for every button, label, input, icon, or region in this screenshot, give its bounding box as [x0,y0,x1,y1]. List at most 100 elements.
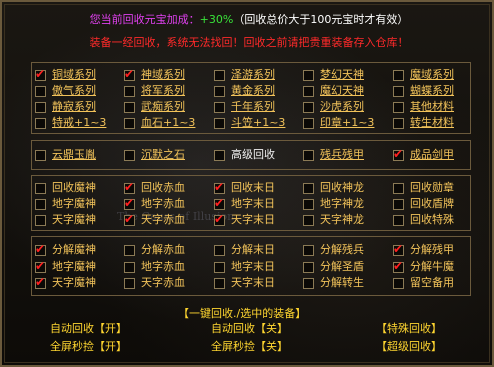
checkbox-checked-icon[interactable] [214,211,225,227]
checkbox-empty-icon[interactable] [214,101,225,113]
checkbox-empty-icon[interactable] [303,149,314,161]
decompose-option-8[interactable]: 地字末日 [214,259,275,275]
special-recycle-button[interactable]: 【特殊回收】 [376,322,442,336]
decompose-option-12[interactable]: 天字赤血 [124,275,185,291]
checkbox-empty-icon[interactable] [303,277,314,289]
decompose-option-9[interactable]: 分解圣盾 [303,259,364,275]
series-option-18[interactable]: 斗笠+1~3 [214,115,285,131]
checkbox-empty-icon[interactable] [303,182,314,194]
recycle-option-5[interactable]: 回收勋章 [393,180,454,196]
auto-recycle-on-button[interactable]: 自动回收【开】 [50,322,127,336]
series-option-7[interactable]: 将军系列 [124,83,185,99]
recycle-selected-button[interactable]: 【一键回收./选中的装备】 [178,307,306,321]
recycle-option-13[interactable]: 天字末日 [214,211,275,228]
fullscreen-pick-on-button[interactable]: 全屏秒捡【开】 [50,340,127,354]
series-option-16[interactable]: 特戒+1~3 [35,115,106,131]
series-option-6[interactable]: 傲气系列 [35,83,96,99]
series-option-11[interactable]: 静寂系列 [35,99,96,115]
decompose-option-7[interactable]: 地字赤血 [124,259,185,275]
checkbox-empty-icon[interactable] [393,198,404,210]
checkbox-empty-icon[interactable] [393,277,404,289]
checkbox-empty-icon[interactable] [35,198,46,210]
series-option-20[interactable]: 转生材料 [393,115,454,131]
checkbox-empty-icon[interactable] [214,277,225,289]
series-option-10[interactable]: 蝴蝶系列 [393,83,454,99]
recycle-option-6[interactable]: 地字魔神 [35,196,96,212]
decompose-option-3[interactable]: 分解末日 [214,242,275,258]
checkbox-empty-icon[interactable] [35,85,46,97]
special-option-1[interactable]: 云鼎玉胤 [35,147,96,163]
checkbox-checked-icon[interactable] [393,241,404,257]
checkbox-empty-icon[interactable] [303,69,314,81]
checkbox-checked-icon[interactable] [35,66,46,82]
checkbox-checked-icon[interactable] [393,146,404,162]
series-option-3[interactable]: 泽游系列 [214,67,275,83]
special-option-5[interactable]: 成品剑甲 [393,146,454,163]
checkbox-empty-icon[interactable] [393,117,404,129]
checkbox-empty-icon[interactable] [35,117,46,129]
series-option-12[interactable]: 武痴系列 [124,99,185,115]
recycle-option-1[interactable]: 回收魔神 [35,180,96,196]
auto-recycle-off-button[interactable]: 自动回收【关】 [211,322,288,336]
checkbox-empty-icon[interactable] [214,85,225,97]
checkbox-empty-icon[interactable] [124,277,135,289]
checkbox-empty-icon[interactable] [303,214,314,226]
decompose-option-14[interactable]: 分解转生 [303,275,364,291]
checkbox-empty-icon[interactable] [124,149,135,161]
series-option-5[interactable]: 魔域系列 [393,67,454,83]
recycle-option-11[interactable]: 天字魔神 [35,212,96,228]
decompose-option-15[interactable]: 留空备用 [393,275,454,291]
series-option-4[interactable]: 梦幻天神 [303,67,364,83]
checkbox-empty-icon[interactable] [393,101,404,113]
checkbox-empty-icon[interactable] [124,244,135,256]
fullscreen-pick-off-button[interactable]: 全屏秒捡【关】 [211,340,288,354]
checkbox-empty-icon[interactable] [124,85,135,97]
decompose-option-1[interactable]: 分解魔神 [35,241,96,258]
series-option-19[interactable]: 印章+1~3 [303,115,374,131]
series-option-17[interactable]: 血石+1~3 [124,115,195,131]
super-recycle-button[interactable]: 【超级回收】 [376,340,442,354]
checkbox-empty-icon[interactable] [393,182,404,194]
series-option-9[interactable]: 魔幻天神 [303,83,364,99]
recycle-option-15[interactable]: 回收特殊 [393,212,454,228]
checkbox-empty-icon[interactable] [124,261,135,273]
checkbox-empty-icon[interactable] [303,261,314,273]
special-option-2[interactable]: 沉默之石 [124,147,185,163]
checkbox-empty-icon[interactable] [124,117,135,129]
series-option-15[interactable]: 其他材料 [393,99,454,115]
decompose-option-10[interactable]: 分解牛魔 [393,258,454,275]
recycle-option-12[interactable]: 天字赤血 [124,211,185,228]
checkbox-checked-icon[interactable] [393,258,404,274]
checkbox-checked-icon[interactable] [214,195,225,211]
checkbox-empty-icon[interactable] [35,182,46,194]
decompose-option-11[interactable]: 天字魔神 [35,274,96,291]
checkbox-checked-icon[interactable] [124,195,135,211]
series-option-8[interactable]: 黄金系列 [214,83,275,99]
checkbox-checked-icon[interactable] [214,179,225,195]
checkbox-empty-icon[interactable] [124,101,135,113]
checkbox-checked-icon[interactable] [35,258,46,274]
checkbox-empty-icon[interactable] [214,244,225,256]
series-option-2[interactable]: 神域系列 [124,66,185,83]
special-option-3[interactable]: 高级回收 [214,147,275,163]
checkbox-empty-icon[interactable] [303,198,314,210]
checkbox-empty-icon[interactable] [214,149,225,161]
checkbox-empty-icon[interactable] [303,101,314,113]
recycle-option-9[interactable]: 地字神龙 [303,196,364,212]
checkbox-empty-icon[interactable] [35,149,46,161]
checkbox-checked-icon[interactable] [124,66,135,82]
special-option-4[interactable]: 残兵残甲 [303,147,364,163]
checkbox-empty-icon[interactable] [303,85,314,97]
recycle-option-14[interactable]: 天字神龙 [303,212,364,228]
series-option-13[interactable]: 千年系列 [214,99,275,115]
checkbox-empty-icon[interactable] [393,214,404,226]
checkbox-checked-icon[interactable] [124,179,135,195]
checkbox-checked-icon[interactable] [124,211,135,227]
decompose-option-5[interactable]: 分解残甲 [393,241,454,258]
series-option-1[interactable]: 铜域系列 [35,66,96,83]
recycle-option-4[interactable]: 回收神龙 [303,180,364,196]
checkbox-empty-icon[interactable] [214,261,225,273]
checkbox-checked-icon[interactable] [35,274,46,290]
series-option-14[interactable]: 沙虎系列 [303,99,364,115]
decompose-option-4[interactable]: 分解残兵 [303,242,364,258]
